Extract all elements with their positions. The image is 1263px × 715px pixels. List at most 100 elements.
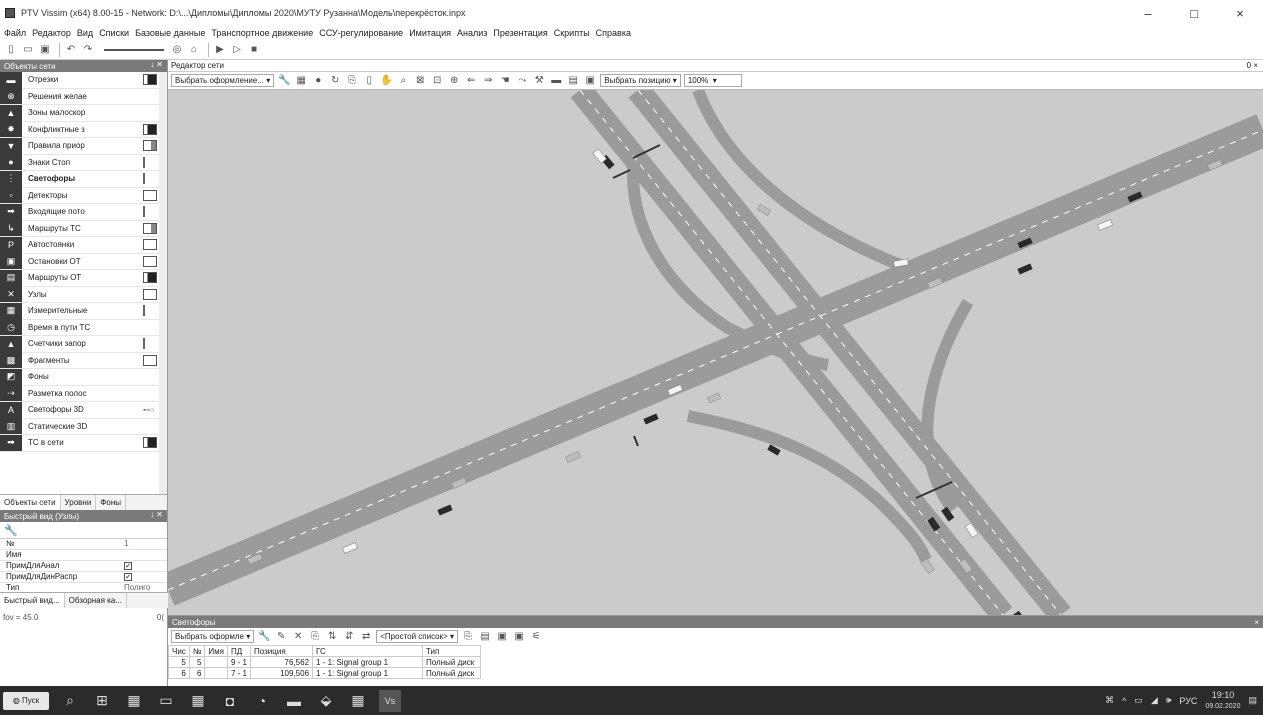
undo-icon[interactable]: ↶	[64, 43, 78, 57]
menu-help[interactable]: Справка	[596, 28, 631, 38]
back-icon[interactable]: ⇐	[464, 74, 478, 88]
camera-icon[interactable]: ◎	[170, 43, 184, 57]
edit-icon[interactable]: ✎	[274, 630, 288, 644]
tab-overview[interactable]: Обзорная ка...	[65, 593, 127, 608]
network-object-item[interactable]: ● Знаки Стоп	[0, 154, 167, 171]
menu-editor[interactable]: Редактор	[32, 28, 71, 38]
network-object-swatch[interactable]	[143, 123, 157, 135]
network-canvas[interactable]	[168, 90, 1263, 615]
network-object-item[interactable]: ↳ Маршруты ТС	[0, 220, 167, 237]
network-object-swatch[interactable]	[143, 222, 157, 234]
stop-icon[interactable]: ■	[247, 43, 261, 57]
menu-file[interactable]: Файл	[4, 28, 26, 38]
menu-presentation[interactable]: Презентация	[493, 28, 547, 38]
position-icon[interactable]: ▣	[583, 74, 597, 88]
network-object-item[interactable]: ➡ Входящие пото	[0, 203, 167, 221]
notification-icon[interactable]: ▤	[1248, 695, 1257, 706]
duplicate-icon[interactable]: ⎘	[308, 630, 322, 644]
app-icon[interactable]: ▦	[347, 690, 369, 712]
sync-icon[interactable]: ⚒	[532, 74, 546, 88]
copy-icon[interactable]: ⎘	[345, 74, 359, 88]
save-icon[interactable]: ▣	[495, 630, 509, 644]
quick-view-row[interactable]: Имя	[0, 550, 167, 561]
new-icon[interactable]: ▯	[4, 43, 18, 57]
list-type-select[interactable]: <Простой список> ▾	[376, 630, 459, 643]
menu-evaluation[interactable]: Анализ	[457, 28, 487, 38]
network-object-item[interactable]: ⇢ Разметка полос	[0, 385, 167, 402]
position-select[interactable]: Выбрать позицию ▾	[600, 74, 681, 87]
close-button[interactable]: ×	[1217, 0, 1263, 26]
network-object-item[interactable]: P Автостоянки	[0, 236, 167, 254]
network-object-swatch[interactable]	[143, 288, 157, 300]
column-header[interactable]: №	[188, 645, 206, 657]
network-object-swatch[interactable]	[143, 239, 157, 251]
simulation-speed-slider[interactable]	[104, 48, 164, 51]
step-icon[interactable]: ▷	[230, 43, 244, 57]
network-object-swatch[interactable]	[143, 354, 157, 366]
quick-view-row[interactable]: ПримДляДинРаспр ✔	[0, 572, 167, 583]
quick-view-pin-close[interactable]: ↓ ✕	[150, 510, 163, 519]
filter-icon[interactable]: ⚟	[529, 630, 543, 644]
objects-scrollbar[interactable]	[159, 72, 167, 494]
zoom-all-icon[interactable]: ⊠	[413, 74, 427, 88]
open-icon[interactable]: ▭	[21, 43, 35, 57]
network-icon[interactable]: ◢	[1151, 695, 1158, 706]
checkbox[interactable]: ✔	[124, 562, 132, 570]
network-object-swatch[interactable]	[143, 338, 157, 350]
people-icon[interactable]: ⌘	[1105, 695, 1114, 706]
network-object-swatch[interactable]	[143, 189, 157, 201]
wrench-icon[interactable]: 🔧	[277, 74, 291, 88]
3d-icon[interactable]: ⌂	[187, 43, 201, 57]
table-row[interactable]: 6 6 7 - 1 109,506 1 - 1: Signal group 1 …	[168, 667, 482, 679]
task-view-icon[interactable]: ⊞	[91, 690, 113, 712]
calculator-icon[interactable]: ▦	[187, 690, 209, 712]
vissim-taskbar-icon[interactable]: Vs	[379, 689, 401, 712]
network-object-swatch[interactable]: ⊷○	[143, 406, 157, 414]
column-header[interactable]: Тип	[422, 645, 482, 657]
network-object-swatch[interactable]	[143, 437, 157, 449]
network-object-swatch[interactable]	[143, 156, 157, 168]
menu-lists[interactable]: Списки	[99, 28, 129, 38]
menu-signal-control[interactable]: ССУ-регулирование	[319, 28, 403, 38]
volume-icon[interactable]: 🕪	[1166, 695, 1172, 706]
battery-icon[interactable]: ▭	[1134, 695, 1143, 706]
network-object-item[interactable]: ▼ Правила приор	[0, 137, 167, 155]
wrench-icon[interactable]: 🔧	[257, 630, 271, 644]
network-object-item[interactable]: ✕ Узлы	[0, 286, 167, 303]
network-object-item[interactable]: ◩ Фоны	[0, 368, 167, 386]
sync-icon[interactable]: ⇄	[359, 630, 373, 644]
network-object-item[interactable]: ⊗ Решения желае	[0, 88, 167, 105]
search-icon[interactable]: ⌕	[59, 690, 81, 712]
zoom-icon[interactable]: ⌕	[396, 74, 410, 88]
menu-view[interactable]: Вид	[77, 28, 93, 38]
column-header[interactable]: Чис	[168, 645, 190, 657]
app-icon[interactable]: ▭	[155, 690, 177, 712]
menu-base-data[interactable]: Базовые данные	[135, 28, 205, 38]
network-object-swatch[interactable]	[143, 206, 157, 218]
zoom-in-icon[interactable]: ⊕	[447, 74, 461, 88]
network-object-item[interactable]: ▩ Фрагменты	[0, 352, 167, 369]
list-style-select[interactable]: Выбрать оформле ▾	[171, 630, 255, 643]
network-object-item[interactable]: ⋮ Светофоры	[0, 170, 167, 188]
network-object-item[interactable]: ▲ Зоны малоскор	[0, 104, 167, 122]
copy-icon[interactable]: ⎘	[461, 630, 475, 644]
column-header[interactable]: Имя	[204, 645, 228, 657]
delete-icon[interactable]: ✕	[291, 630, 305, 644]
sort-asc-icon[interactable]: ⇅	[325, 630, 339, 644]
network-object-swatch[interactable]	[143, 140, 157, 152]
play-icon[interactable]: ▶	[213, 43, 227, 57]
menu-scripts[interactable]: Скрипты	[554, 28, 590, 38]
table-row[interactable]: 5 5 9 - 1 76,562 1 - 1: Signal group 1 П…	[168, 656, 482, 668]
quick-view-row[interactable]: ПримДляАнал ✔	[0, 561, 167, 572]
network-object-swatch[interactable]	[143, 272, 157, 284]
network-object-item[interactable]: ▬ Отрезки	[0, 72, 167, 89]
export-icon[interactable]: ▤	[566, 74, 580, 88]
quick-view-row[interactable]: № 1	[0, 539, 167, 550]
style-select[interactable]: Выбрать оформление... ▾	[171, 74, 275, 87]
checkbox[interactable]: ✔	[124, 573, 132, 581]
screenshot-icon[interactable]: ▬	[549, 74, 563, 88]
zoom-select[interactable]: 100% ▾	[683, 74, 742, 87]
network-object-swatch[interactable]	[143, 255, 157, 267]
grid-icon[interactable]: ▦	[294, 74, 308, 88]
wrench-icon[interactable]: 🔧	[4, 524, 18, 537]
